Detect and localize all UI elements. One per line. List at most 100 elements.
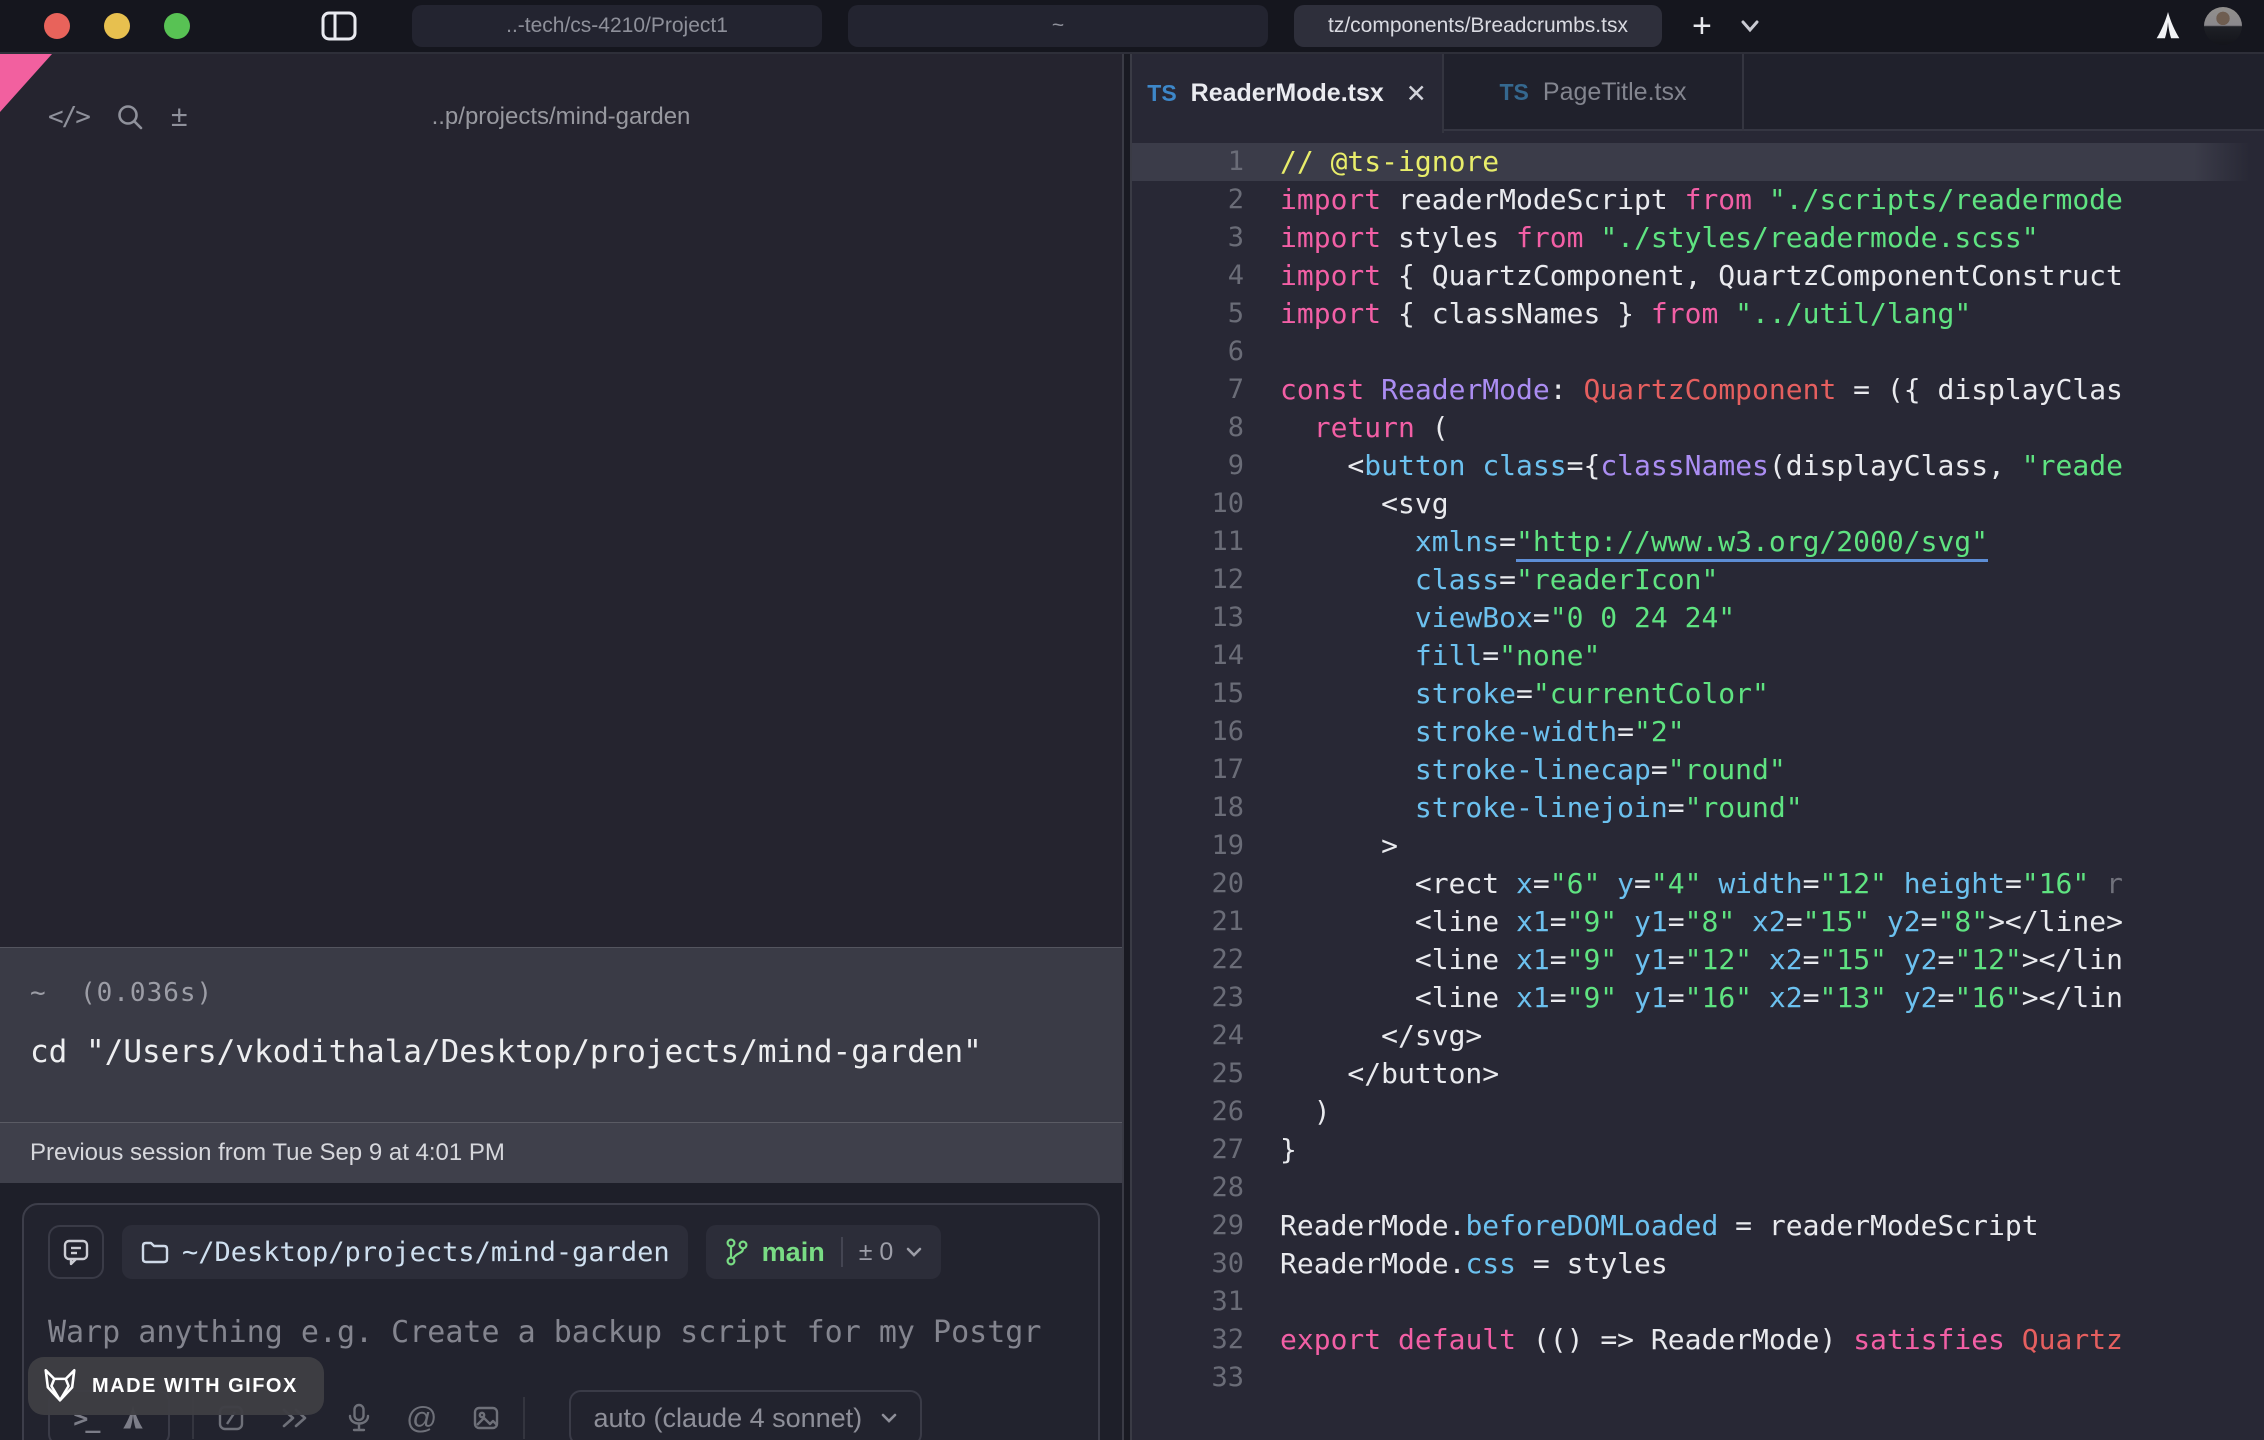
code-line[interactable]: 27} (1132, 1131, 2264, 1169)
new-tab-button[interactable]: + (1692, 11, 1712, 41)
attach-image-icon[interactable] (471, 1404, 501, 1432)
code-editor[interactable]: 1// @ts-ignore2import readerModeScript f… (1132, 133, 2264, 1440)
zoom-window-button[interactable] (164, 13, 190, 39)
window-tab-label: tz/components/Breadcrumbs.tsx (1328, 14, 1628, 38)
code-line[interactable]: 18 stroke-linejoin="round" (1132, 789, 2264, 827)
code-line[interactable]: 7const ReaderMode: QuartzComponent = ({ … (1132, 371, 2264, 409)
code-line[interactable]: 4import { QuartzComponent, QuartzCompone… (1132, 257, 2264, 295)
git-branch-name: main (762, 1237, 825, 1268)
code-line[interactable]: 11 xmlns="http://www.w3.org/2000/svg" (1132, 523, 2264, 561)
code-line[interactable]: 29ReaderMode.beforeDOMLoaded = readerMod… (1132, 1207, 2264, 1245)
code-line[interactable]: 31 (1132, 1283, 2264, 1321)
code-line[interactable]: 3import styles from "./styles/readermode… (1132, 219, 2264, 257)
editor-tabbar: TS ReaderMode.tsx ✕ TS PageTitle.tsx (1132, 54, 2264, 131)
code-line[interactable]: 13 viewBox="0 0 24 24" (1132, 599, 2264, 637)
editor-tab-pagetitle[interactable]: TS PageTitle.tsx (1444, 54, 1744, 131)
code-blocks-icon[interactable]: </> (48, 102, 89, 132)
close-window-button[interactable] (44, 13, 70, 39)
user-avatar[interactable] (2204, 7, 2242, 45)
command-meta: ~ (0.036s) (30, 978, 1092, 1008)
line-number: 32 (1132, 1321, 1244, 1359)
warp-logo-icon (2154, 9, 2182, 43)
terminal-pane-header: ..p/projects/mind-garden </> ± (0, 54, 1122, 154)
code-line[interactable]: 24 </svg> (1132, 1017, 2264, 1055)
line-number: 18 (1132, 789, 1244, 827)
code-line[interactable]: 25 </button> (1132, 1055, 2264, 1093)
window-tab-project1[interactable]: ..-tech/cs-4210/Project1 (412, 5, 822, 47)
code-line[interactable]: 2import readerModeScript from "./scripts… (1132, 181, 2264, 219)
tab-list-chevron-icon[interactable] (1738, 18, 1762, 34)
minimize-window-button[interactable] (104, 13, 130, 39)
code-line[interactable]: 16 stroke-width="2" (1132, 713, 2264, 751)
code-line[interactable]: 6 (1132, 333, 2264, 371)
code-line[interactable]: 30ReaderMode.css = styles (1132, 1245, 2264, 1283)
pane-splitter[interactable] (1122, 54, 1132, 1440)
code-line[interactable]: 17 stroke-linecap="round" (1132, 751, 2264, 789)
cwd-chip[interactable]: ~/Desktop/projects/mind-garden (122, 1225, 688, 1279)
mention-icon[interactable]: @ (406, 1400, 437, 1436)
code-line[interactable]: 21 <line x1="9" y1="8" x2="15" y2="8"></… (1132, 903, 2264, 941)
window-tab-home[interactable]: ~ (848, 5, 1268, 47)
code-line[interactable]: 10 <svg (1132, 485, 2264, 523)
code-line[interactable]: 15 stroke="currentColor" (1132, 675, 2264, 713)
split-pane-icon[interactable]: ± (171, 100, 187, 134)
code-line[interactable]: 19 > (1132, 827, 2264, 865)
cwd-path: ~/Desktop/projects/mind-garden (182, 1237, 670, 1268)
search-icon[interactable] (115, 102, 145, 132)
agent-chat-button[interactable] (48, 1225, 104, 1279)
window-tab-label: ..-tech/cs-4210/Project1 (506, 14, 728, 38)
line-number: 3 (1132, 219, 1244, 257)
code-line[interactable]: 33 (1132, 1359, 2264, 1397)
command-input-placeholder[interactable]: Warp anything e.g. Create a backup scrip… (48, 1315, 1074, 1350)
git-diff-count: ± 0 (859, 1238, 894, 1267)
command-duration: (0.036s) (80, 978, 213, 1008)
previous-session-text: Previous session from Tue Sep 9 at 4:01 … (30, 1139, 505, 1167)
sidebar-toggle-icon[interactable] (316, 6, 362, 46)
line-number: 10 (1132, 485, 1244, 523)
code-line[interactable]: 32export default (() => ReaderMode) sati… (1132, 1321, 2264, 1359)
editor-tab-readermode[interactable]: TS ReaderMode.tsx ✕ (1132, 54, 1444, 133)
previous-session-banner[interactable]: Previous session from Tue Sep 9 at 4:01 … (0, 1122, 1122, 1183)
code-line[interactable]: 8 return ( (1132, 409, 2264, 447)
code-line[interactable]: 12 class="readerIcon" (1132, 561, 2264, 599)
code-line[interactable]: 9 <button class={classNames(displayClass… (1132, 447, 2264, 485)
line-number: 27 (1132, 1131, 1244, 1169)
line-number: 20 (1132, 865, 1244, 903)
line-number: 7 (1132, 371, 1244, 409)
code-line[interactable]: 5import { classNames } from "../util/lan… (1132, 295, 2264, 333)
line-number: 12 (1132, 561, 1244, 599)
editor-pane: TS ReaderMode.tsx ✕ TS PageTitle.tsx 1//… (1132, 54, 2264, 1440)
line-number: 24 (1132, 1017, 1244, 1055)
line-number: 1 (1132, 143, 1244, 181)
line-number: 15 (1132, 675, 1244, 713)
close-tab-icon[interactable]: ✕ (1406, 79, 1427, 109)
code-line[interactable]: 14 fill="none" (1132, 637, 2264, 675)
code-line[interactable]: 23 <line x1="9" y1="16" x2="13" y2="16">… (1132, 979, 2264, 1017)
command-text[interactable]: cd "/Users/vkodithala/Desktop/projects/m… (30, 1034, 1092, 1070)
chevron-down-icon (880, 1412, 898, 1424)
line-number: 2 (1132, 181, 1244, 219)
line-number: 13 (1132, 599, 1244, 637)
line-number: 11 (1132, 523, 1244, 561)
line-number: 30 (1132, 1245, 1244, 1283)
code-line[interactable]: 1// @ts-ignore (1132, 143, 2264, 181)
git-chip[interactable]: main ± 0 (706, 1225, 942, 1279)
microphone-icon[interactable] (346, 1402, 372, 1434)
line-number: 26 (1132, 1093, 1244, 1131)
model-selector-dropdown[interactable]: auto (claude 4 sonnet) (569, 1390, 922, 1440)
line-number: 28 (1132, 1169, 1244, 1207)
code-line[interactable]: 22 <line x1="9" y1="12" x2="15" y2="12">… (1132, 941, 2264, 979)
line-number: 19 (1132, 827, 1244, 865)
line-number: 4 (1132, 257, 1244, 295)
gifox-text: MADE WITH GIFOX (92, 1375, 298, 1398)
line-number: 22 (1132, 941, 1244, 979)
gifox-watermark: MADE WITH GIFOX (28, 1357, 324, 1415)
window-tab-breadcrumbs-active[interactable]: tz/components/Breadcrumbs.tsx (1294, 5, 1662, 47)
code-line[interactable]: 28 (1132, 1169, 2264, 1207)
window-tab-label: ~ (1052, 14, 1064, 38)
gifox-fox-icon (40, 1367, 80, 1405)
terminal-pane: ..p/projects/mind-garden </> ± ~ (0.036s… (0, 54, 1122, 1440)
code-line[interactable]: 20 <rect x="6" y="4" width="12" height="… (1132, 865, 2264, 903)
line-number: 29 (1132, 1207, 1244, 1245)
code-line[interactable]: 26 ) (1132, 1093, 2264, 1131)
